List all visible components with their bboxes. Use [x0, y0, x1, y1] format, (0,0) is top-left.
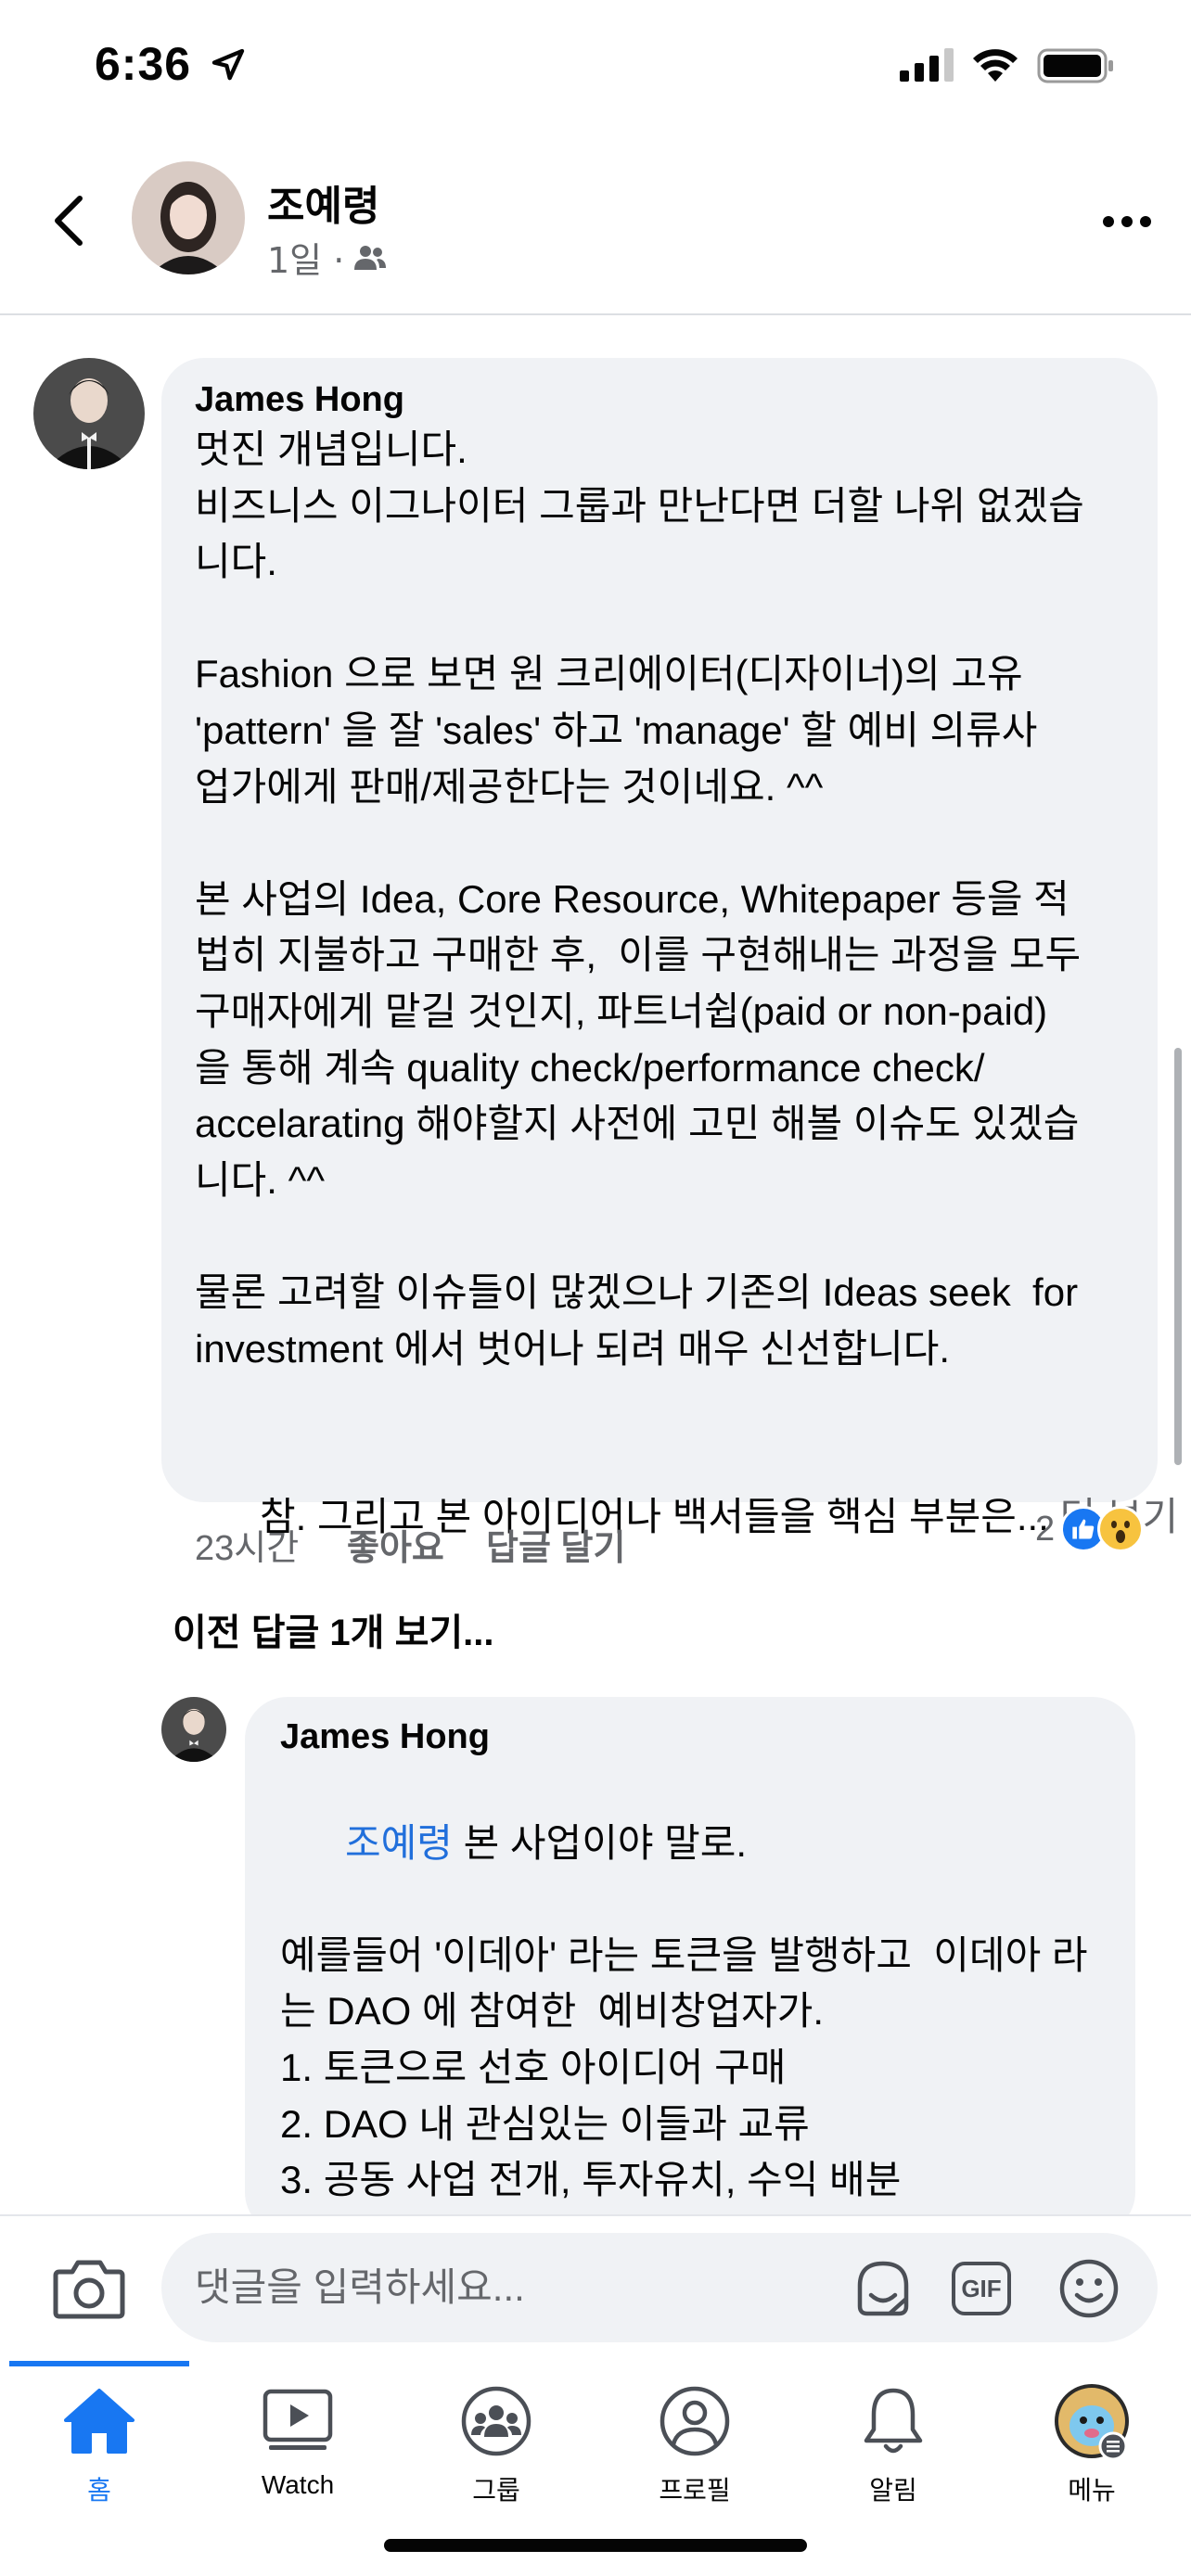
home-icon — [64, 2389, 134, 2454]
like-button[interactable]: 좋아요 — [347, 1519, 444, 1570]
text-line — [195, 1377, 1178, 1434]
comment-text: 멋진 개념입니다. 비즈니스 이그나이터 그룹과 만난다면 더할 나위 없겠습니다… — [195, 422, 1178, 1434]
commenter-avatar[interactable] — [33, 358, 145, 469]
post-meta: 1일 · — [267, 232, 387, 283]
text-line: 업가에게 판매/제공한다는 것이네요. ^^ — [195, 764, 824, 809]
emoji-button[interactable] — [1057, 2257, 1121, 2320]
reply-bubble[interactable]: James Hong 조예령 본 사업이야 말로. 예를들어 '이데아' 라는 … — [245, 1697, 1135, 2314]
author-avatar[interactable] — [132, 161, 245, 274]
text-line: 1. 토큰으로 선호 아이디어 구매 — [280, 2045, 787, 2089]
audience-friends-icon — [354, 245, 387, 270]
text-line: 본 사업의 Idea, Core Resource, Whitepaper 등을… — [195, 876, 1069, 921]
text-line: 니다. ^^ — [195, 1157, 326, 1202]
text-line: 'pattern' 을 잘 'sales' 하고 'manage' 할 예비 의… — [195, 708, 1038, 752]
bell-icon — [864, 2388, 923, 2454]
gif-icon: GIF — [952, 2262, 1011, 2315]
more-options-button[interactable] — [1095, 198, 1159, 245]
text-line: 예를들어 '이데아' 라는 토큰을 발행하고 이데아 라 — [280, 1932, 1088, 1977]
bottom-tab-bar: 홈 Watch 그룹 프로필 알림 메뉴 — [0, 2361, 1191, 2576]
text-line: 비즈니스 이그나이터 그룹과 만난다면 더할 나위 없겠습 — [195, 483, 1084, 528]
tab-watch[interactable]: Watch — [198, 2379, 397, 2528]
tab-home[interactable]: 홈 — [0, 2379, 198, 2528]
tab-label: 알림 — [869, 2476, 917, 2505]
comment-input[interactable] — [195, 2233, 826, 2342]
avatar-sticker-button[interactable] — [852, 2257, 915, 2320]
reactions-summary[interactable]: 2 — [1035, 1506, 1145, 1552]
text-line: Fashion 으로 보면 원 크리에이터(디자이너)의 고유 — [195, 652, 1023, 696]
post-header: 조예령 1일 · — [0, 139, 1191, 315]
tab-label: 프로필 — [659, 2476, 731, 2505]
home-indicator — [384, 2539, 807, 2552]
text-line — [195, 1208, 1178, 1265]
tab-profile[interactable]: 프로필 — [596, 2379, 794, 2528]
menu-avatar-icon — [1055, 2384, 1129, 2461]
tab-menu[interactable]: 메뉴 — [992, 2379, 1191, 2528]
author-name[interactable]: 조예령 — [267, 172, 379, 232]
post-time: 1일 · — [267, 240, 345, 281]
location-arrow-icon — [211, 48, 245, 81]
tab-label: 그룹 — [472, 2476, 520, 2505]
comment-author[interactable]: James Hong — [195, 380, 1178, 420]
camera-button[interactable] — [52, 2255, 126, 2320]
tab-groups[interactable]: 그룹 — [397, 2379, 596, 2528]
reply-first-line-text: 본 사업이야 말로. — [452, 1820, 748, 1865]
gif-label: GIF — [961, 2274, 1002, 2302]
status-time: 6:36 — [95, 38, 192, 90]
reply-avatar[interactable] — [161, 1697, 226, 1762]
text-line: 니다. — [195, 540, 277, 584]
watch-icon — [263, 2389, 333, 2450]
comment-composer: GIF — [0, 2214, 1191, 2361]
active-tab-indicator — [9, 2361, 189, 2366]
more-horizontal-icon — [1103, 216, 1151, 227]
tab-notifications[interactable]: 알림 — [794, 2379, 992, 2528]
status-bar: 6:36 — [0, 0, 1191, 139]
reply-avatar-image — [161, 1697, 226, 1762]
tab-label: 홈 — [87, 2476, 111, 2505]
text-line — [195, 591, 1178, 647]
text-line: 물론 고려할 이슈들이 많겠으나 기존의 Ideas seek for — [195, 1269, 1079, 1314]
text-line — [195, 815, 1178, 872]
commenter-avatar-image — [33, 358, 145, 469]
text-line: 구매자에게 맡길 것인지, 파트너쉽(paid or non-paid) — [195, 988, 1048, 1033]
text-line: 는 DAO 에 참여한 예비창업자가. — [280, 1989, 825, 2034]
text-line: 멋진 개념입니다. — [195, 427, 467, 471]
cellular-signal-icon — [900, 48, 954, 82]
reply-author[interactable]: James Hong — [280, 1717, 1088, 1757]
tab-label: Watch — [261, 2470, 335, 2499]
tab-label: 메뉴 — [1068, 2476, 1116, 2505]
text-line: 3. 공동 사업 전개, 투자유치, 수익 배분 — [280, 2158, 902, 2202]
text-line: 법히 지불하고 구매한 후, 이를 구현해내는 과정을 모두 — [195, 933, 1082, 977]
reply-button[interactable]: 답글 달기 — [486, 1519, 625, 1570]
mention-link[interactable]: 조예령 — [345, 1821, 453, 1865]
battery-icon — [1037, 48, 1113, 83]
gif-button[interactable]: GIF — [950, 2257, 1013, 2320]
emoji-icon — [1059, 2259, 1119, 2318]
camera-icon — [53, 2260, 125, 2319]
groups-icon — [461, 2386, 531, 2456]
chevron-left-icon — [55, 196, 83, 246]
text-line: 을 통해 계속 quality check/performance check/ — [195, 1045, 985, 1090]
reaction-count: 2 — [1035, 1509, 1056, 1549]
comment-time: 23시간 — [195, 1529, 300, 1568]
comment-input-wrapper[interactable]: GIF — [161, 2233, 1158, 2342]
comment-bubble[interactable]: James Hong 멋진 개념입니다. 비즈니스 이그나이터 그룹과 만난다면 … — [161, 358, 1178, 1538]
avatar-sticker-icon — [857, 2261, 909, 2316]
wow-reaction-icon — [1097, 1506, 1145, 1552]
profile-icon — [660, 2386, 730, 2456]
author-avatar-image — [132, 161, 245, 274]
scrollbar[interactable] — [1174, 1048, 1182, 1465]
reply-first-line: 조예령 본 사업이야 말로. — [280, 1759, 1088, 1928]
text-line: investment 에서 벗어나 되려 매우 신선합니다. — [195, 1326, 951, 1371]
comment-truncated-line: 참. 그리고 본 아이디어나 백서들을 핵심 부분은... 더 보기 — [195, 1434, 1178, 1602]
text-line: accelarating 해야할지 사전에 고민 해볼 이슈도 있겠습 — [195, 1102, 1080, 1146]
view-previous-replies[interactable]: 이전 답글 1개 보기... — [173, 1602, 494, 1656]
text-line: 2. DAO 내 관심있는 이들과 교류 — [280, 2101, 810, 2146]
wifi-icon — [973, 49, 1018, 82]
back-button[interactable] — [41, 184, 96, 258]
